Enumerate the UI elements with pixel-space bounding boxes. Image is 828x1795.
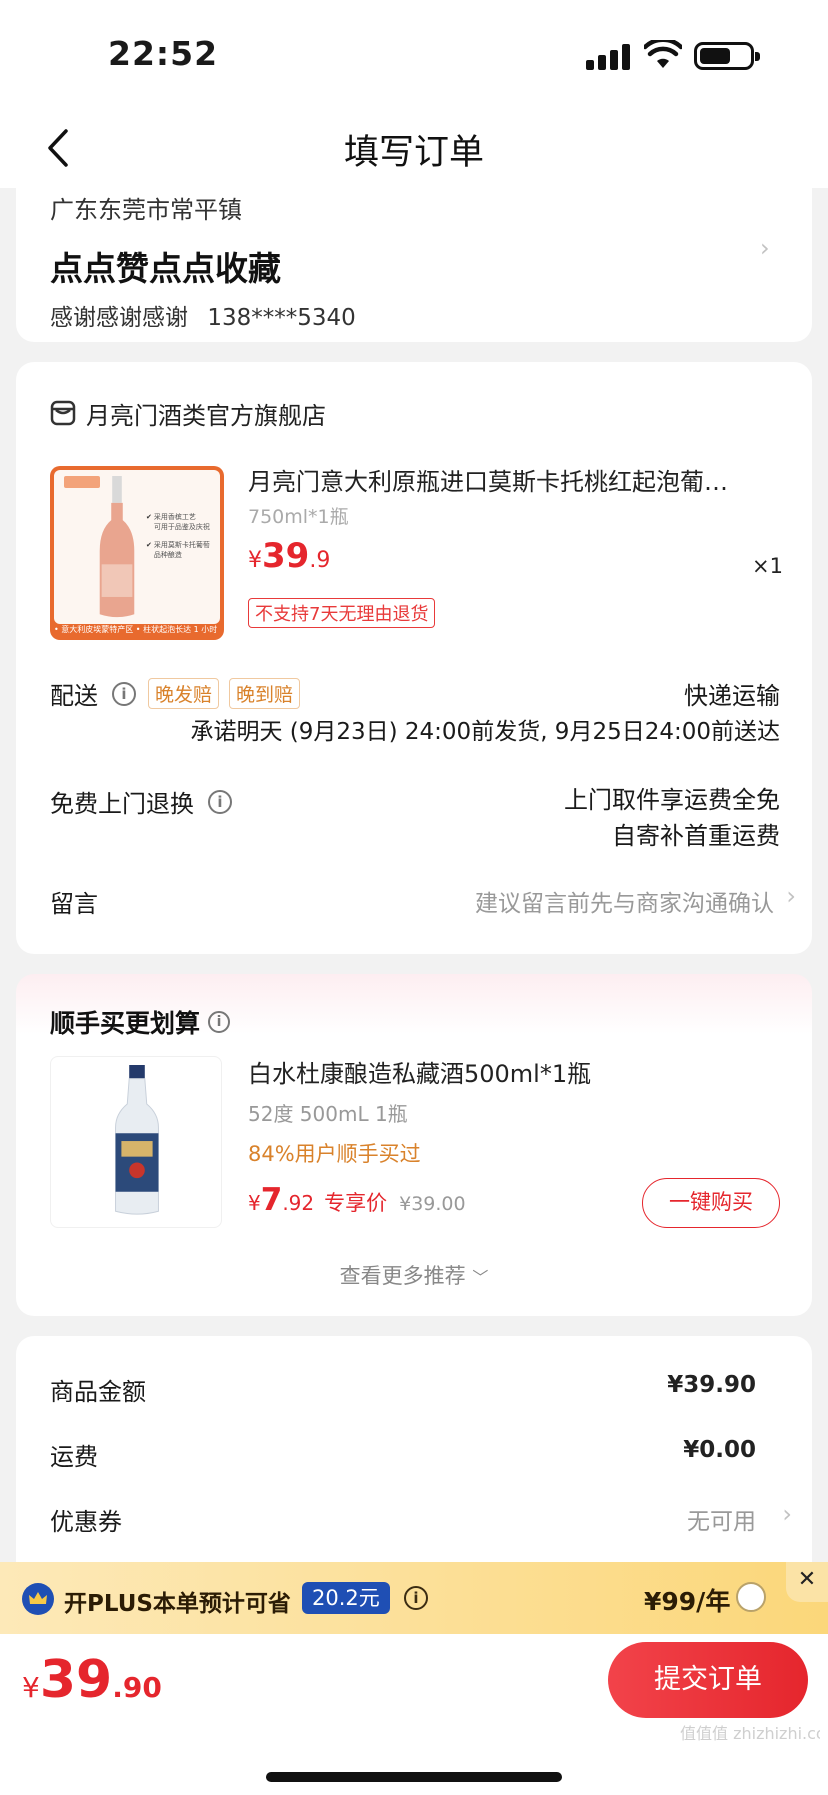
- addon-product-spec: 52度 500mL 1瓶: [248, 1102, 408, 1126]
- message-input[interactable]: 建议留言前先与商家沟通确认: [475, 884, 774, 918]
- delivery-method: 快递运输: [684, 682, 780, 710]
- product-spec: 750ml*1瓶: [248, 506, 349, 528]
- return-policy-tag: 不支持7天无理由退货: [248, 598, 436, 628]
- store-card: 月亮门酒类官方旗舰店 ✔ 采用香槟工艺 可用于品鉴及庆祝 ✔ 采用莫斯卡托葡萄 …: [16, 362, 812, 954]
- addon-product-image[interactable]: [50, 1056, 222, 1228]
- home-indicator: [266, 1772, 562, 1782]
- image-check-1: ✔ 采用香槟工艺 可用于品鉴及庆祝: [146, 513, 210, 531]
- store-name: 月亮门酒类官方旗舰店: [86, 401, 326, 430]
- product-qty: ×1: [752, 554, 783, 578]
- message-label: 留言: [50, 890, 98, 918]
- addon-price: ¥7.92 专享价 ¥39.00: [248, 1182, 466, 1218]
- store-icon: [50, 400, 76, 426]
- address-detail: 点点赞点点收藏: [50, 249, 281, 288]
- status-bar: 22:52: [0, 0, 828, 108]
- image-check-2: ✔ 采用莫斯卡托葡萄 品种酿造: [146, 541, 210, 559]
- exclusive-price-label: 专享价: [324, 1191, 388, 1215]
- chevron-right-icon: ›: [782, 1500, 792, 1528]
- order-total: ¥39.90: [22, 1650, 162, 1710]
- nav-bar: 填写订单: [0, 108, 828, 188]
- status-time: 22:52: [108, 34, 219, 73]
- one-click-buy-button[interactable]: 一键购买: [642, 1178, 780, 1228]
- wine-bottle-icon: [99, 476, 135, 618]
- addon-product-stat: 84%用户顺手买过: [248, 1142, 421, 1166]
- addon-header: 顺手买更划算 i: [50, 1004, 231, 1040]
- check-icon: ✔: [146, 513, 152, 521]
- returns-line-2: 自寄补首重运费: [612, 822, 780, 850]
- original-price: ¥39.00: [399, 1193, 466, 1215]
- product-image[interactable]: ✔ 采用香槟工艺 可用于品鉴及庆祝 ✔ 采用莫斯卡托葡萄 品种酿造 • 意大利皮…: [50, 466, 224, 640]
- chevron-right-icon: ›: [786, 882, 796, 910]
- plus-select-radio[interactable]: [736, 1582, 766, 1612]
- contact-name: 感谢感谢感谢: [50, 305, 188, 331]
- view-more-link[interactable]: 查看更多推荐 ﹀: [16, 1260, 812, 1290]
- returns-line-1: 上门取件享运费全免: [564, 786, 780, 814]
- summary-card: 商品金额 ¥39.90 运费 ¥0.00 优惠券 无可用 ›: [16, 1336, 812, 1596]
- chevron-down-icon: ﹀: [472, 1268, 489, 1287]
- returns-label: 免费上门退换: [50, 790, 194, 818]
- footer-bar: ¥39.90 提交订单 值值值 zhizhizhi.com: [0, 1634, 828, 1795]
- address-card[interactable]: 广东东莞市常平镇 点点赞点点收藏 感谢感谢感谢 138****5340 ›: [16, 188, 812, 342]
- returns-row[interactable]: 免费上门退换 i 上门取件享运费全免 自寄补首重运费: [50, 780, 780, 854]
- liquor-bottle-icon: [115, 1065, 159, 1215]
- watermark: 值值值 zhizhizhi.com: [680, 1724, 820, 1743]
- close-icon[interactable]: ✕: [786, 1562, 828, 1602]
- submit-order-button[interactable]: 提交订单: [608, 1642, 808, 1718]
- plus-saving-badge: 20.2元: [302, 1582, 390, 1614]
- plus-promo-bar[interactable]: 开PLUS本单预计可省 20.2元 i ¥99/年 ✕: [0, 1562, 828, 1634]
- signal-icon: [586, 44, 630, 70]
- contact-phone: 138****5340: [207, 305, 356, 331]
- wifi-icon: [644, 40, 682, 68]
- check-icon: ✔: [146, 541, 152, 549]
- plus-text: 开PLUS本单预计可省: [64, 1591, 291, 1617]
- plus-crown-icon: [22, 1583, 54, 1615]
- late-ship-tag: 晚发赔: [148, 678, 220, 709]
- plus-price: ¥99/年: [644, 1587, 731, 1616]
- info-icon[interactable]: i: [404, 1586, 428, 1610]
- info-icon[interactable]: i: [208, 789, 232, 814]
- store-header[interactable]: 月亮门酒类官方旗舰店: [50, 396, 326, 430]
- image-badge: • 意大利皮埃蒙特产区 • 柱状起泡长达 1 小时: [54, 625, 218, 634]
- late-arrive-tag: 晚到赔: [229, 678, 301, 709]
- delivery-row[interactable]: 配送 i 晚发赔 晚到赔 快递运输 承诺明天 (9月23日) 24:00前发货,…: [50, 676, 780, 756]
- delivery-label: 配送: [50, 682, 98, 710]
- info-icon[interactable]: i: [112, 681, 136, 706]
- chevron-right-icon: ›: [760, 234, 770, 262]
- addon-product-title[interactable]: 白水杜康酿造私藏酒500ml*1瓶: [248, 1054, 591, 1089]
- info-icon[interactable]: i: [208, 1011, 231, 1033]
- addon-title: 顺手买更划算: [50, 1009, 201, 1038]
- battery-icon: [694, 42, 760, 70]
- address-contact: 感谢感谢感谢 138****5340: [50, 298, 356, 332]
- addon-card: 顺手买更划算 i 白水杜康酿造私藏酒500ml*1瓶 52度 500mL 1瓶 …: [16, 974, 812, 1316]
- product-title[interactable]: 月亮门意大利原瓶进口莫斯卡托桃红起泡葡…: [248, 462, 788, 497]
- product-price: ¥39.9: [248, 536, 331, 576]
- address-region: 广东东莞市常平镇: [50, 196, 242, 224]
- message-row[interactable]: 留言 建议留言前先与商家沟通确认 ›: [50, 882, 796, 924]
- page-title: 填写订单: [343, 133, 484, 173]
- delivery-promise: 承诺明天 (9月23日) 24:00前发货, 9月25日24:00前送达: [190, 719, 780, 745]
